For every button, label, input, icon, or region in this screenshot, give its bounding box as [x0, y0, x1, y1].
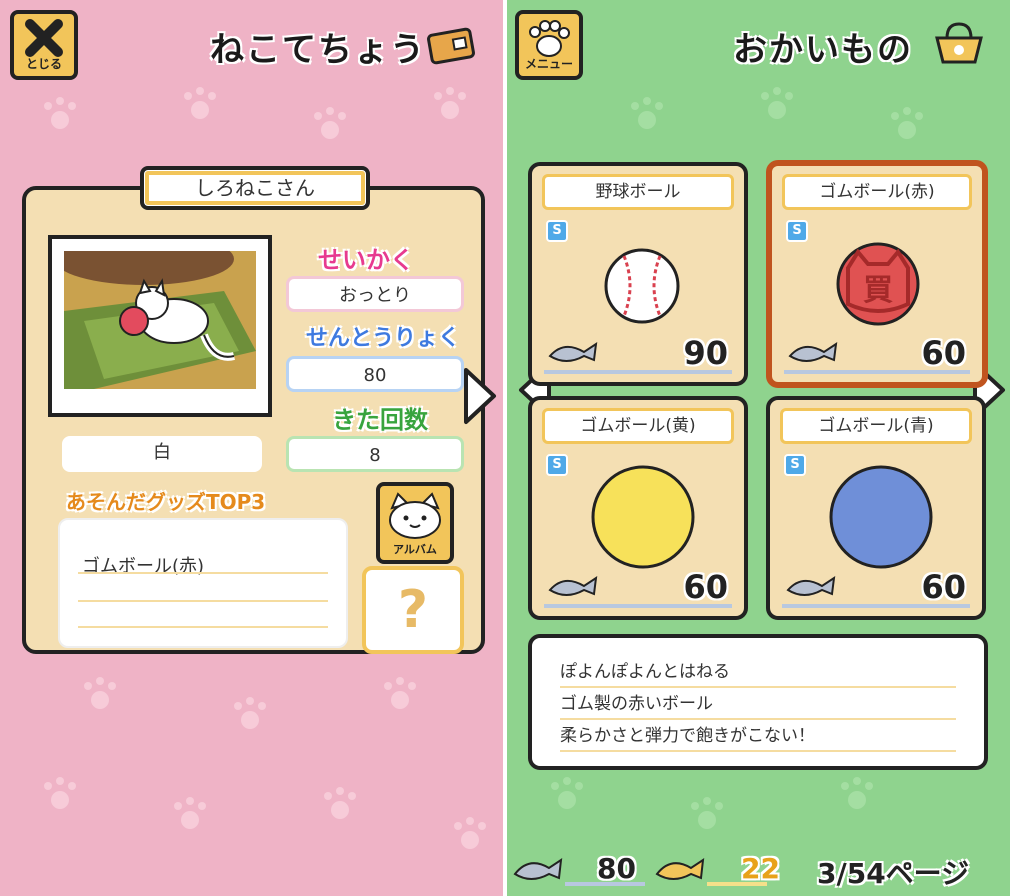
item-name: ゴムボール(赤) — [782, 174, 972, 210]
shop-item-blue-ball[interactable]: ゴムボール(青) S 60 — [766, 396, 986, 620]
menu-button[interactable]: メニュー — [515, 10, 583, 80]
cat-notebook-panel: とじる ねこてちょう しろねこさん せいかく おっとり せんとうりょく 80 き… — [0, 0, 503, 896]
rank-badge: S — [784, 454, 806, 476]
top3-heading: あそんだグッズTOP3 — [66, 490, 266, 514]
next-arrow-icon[interactable] — [460, 366, 500, 426]
cat-face-icon — [389, 492, 441, 539]
rank-badge: S — [546, 454, 568, 476]
description-line: 柔らかさと弾力で飽きがこない！ — [560, 722, 956, 752]
fish-count: 80 — [597, 852, 636, 885]
menu-label: メニュー — [524, 57, 573, 71]
item-name: ゴムボール(青) — [780, 408, 972, 444]
personality-value: おっとり — [286, 276, 464, 312]
fish-icon — [548, 341, 598, 362]
stamp-text: 買 — [863, 273, 893, 308]
cat-picture — [64, 251, 256, 389]
fish-icon — [786, 575, 836, 596]
close-label: とじる — [25, 57, 62, 71]
close-button[interactable]: とじる — [10, 10, 78, 80]
shop-item-red-ball[interactable]: ゴムボール(赤) S 買 60 — [766, 160, 988, 388]
question-mark-icon: ? — [397, 580, 429, 640]
personality-heading: せいかく — [318, 246, 414, 274]
page-indicator: 3/54ページ — [817, 857, 970, 890]
item-name: ゴムボール(黄) — [542, 408, 734, 444]
notebook-icon — [427, 27, 475, 65]
cat-photo[interactable] — [48, 235, 272, 417]
shop-item-yellow-ball[interactable]: ゴムボール(黄) S 60 — [528, 396, 748, 620]
rank-badge: S — [786, 220, 808, 242]
top3-item: ゴムボール(赤) — [82, 556, 205, 577]
power-heading: せんとうりょく — [306, 326, 461, 351]
fish-icon — [548, 575, 598, 596]
album-button[interactable]: アルバム — [376, 482, 454, 564]
blue-ball-icon — [829, 465, 933, 569]
visits-value: 8 — [286, 436, 464, 472]
currency-bar: 80 22 3/54ページ — [507, 846, 1010, 896]
item-price: 90 — [683, 334, 728, 372]
cat-color: 白 — [62, 436, 262, 472]
purchased-stamp-icon: 買 — [836, 242, 920, 326]
cat-name: しろねこさん — [140, 166, 370, 210]
item-price: 60 — [921, 334, 966, 372]
top3-list: ゴムボール(赤) — [58, 518, 348, 648]
page-title: ねこてちょう — [210, 30, 426, 70]
mystery-button[interactable]: ? — [362, 566, 464, 654]
item-description: ぽよんぽよんとはねる ゴム製の赤いボール 柔らかさと弾力で飽きがこない！ — [528, 634, 988, 770]
description-line: ゴム製の赤いボール — [560, 690, 956, 720]
album-label: アルバム — [393, 543, 437, 556]
visits-heading: きた回数 — [332, 406, 428, 434]
baseball-icon — [604, 248, 680, 324]
item-price: 60 — [683, 568, 728, 606]
shop-item-baseball[interactable]: 野球ボール S 90 — [528, 162, 748, 386]
yellow-ball-icon — [591, 465, 695, 569]
page-title: おかいもの — [733, 30, 913, 70]
gold-fish-count: 22 — [741, 852, 780, 885]
fish-icon — [513, 857, 563, 880]
description-line: ぽよんぽよんとはねる — [560, 658, 956, 688]
shopping-bag-icon — [935, 22, 983, 64]
close-x-icon — [25, 19, 63, 57]
rank-badge: S — [546, 220, 568, 242]
item-name: 野球ボール — [542, 174, 734, 210]
fish-icon — [788, 341, 838, 362]
item-price: 60 — [921, 568, 966, 606]
gold-fish-icon — [655, 857, 705, 880]
power-value: 80 — [286, 356, 464, 392]
